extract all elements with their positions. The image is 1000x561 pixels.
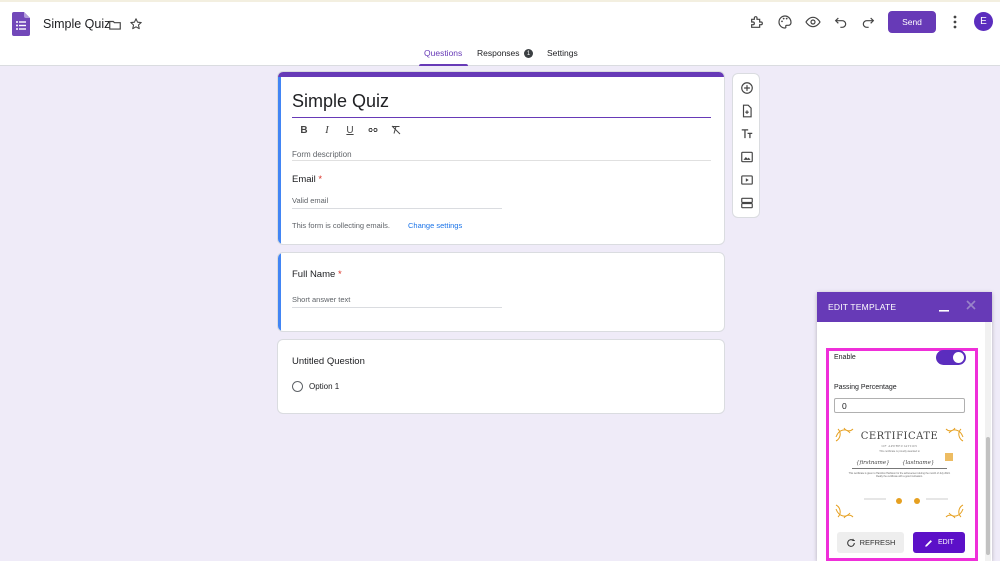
selected-indicator — [278, 253, 281, 331]
close-icon[interactable] — [966, 300, 976, 310]
tab-responses[interactable]: Responses — [477, 48, 520, 58]
tab-questions[interactable]: Questions — [424, 48, 462, 58]
document-title[interactable]: Simple Quiz — [43, 17, 110, 31]
short-answer-field[interactable]: Short answer text — [292, 295, 350, 304]
import-questions-icon[interactable] — [740, 104, 754, 118]
certificate-presented-text: This certificate is proudly awarded to — [879, 450, 920, 453]
palette-icon[interactable] — [777, 14, 793, 30]
bold-icon[interactable]: B — [298, 124, 310, 136]
link-icon[interactable] — [367, 124, 379, 136]
enable-toggle[interactable] — [936, 350, 966, 365]
edit-template-panel: EDIT TEMPLATE Enable Passing Percentage … — [817, 292, 992, 561]
question-title: Untitled Question — [292, 356, 365, 367]
italic-icon[interactable]: I — [321, 124, 333, 136]
certificate-body-text: This certificate is given to Hamilton Ha… — [848, 472, 951, 479]
panel-header: EDIT TEMPLATE — [817, 292, 992, 322]
add-image-icon[interactable] — [740, 150, 754, 164]
star-icon[interactable] — [129, 17, 145, 33]
clear-formatting-icon[interactable] — [390, 124, 402, 136]
enable-label: Enable — [834, 354, 856, 361]
refresh-icon — [846, 538, 856, 548]
edit-button[interactable]: EDIT — [913, 532, 965, 553]
title-underline — [292, 117, 711, 118]
certificate-firstname: {firstname} — [856, 460, 890, 466]
panel-title: EDIT TEMPLATE — [828, 302, 897, 312]
app-header: Simple Quiz Send E Questions Responses 1… — [0, 0, 1000, 66]
refresh-button[interactable]: REFRESH — [837, 532, 904, 553]
card-accent-bar — [278, 72, 724, 77]
selected-indicator — [278, 77, 281, 244]
certificate-lastname: {lastname} — [902, 460, 935, 466]
certificate-title: CERTIFICATE — [860, 431, 939, 442]
tab-settings[interactable]: Settings — [547, 48, 578, 58]
collecting-emails-note: This form is collecting emails. — [292, 221, 390, 230]
addon-puzzle-icon[interactable] — [749, 14, 765, 30]
refresh-label: REFRESH — [859, 538, 896, 547]
toggle-knob — [953, 352, 964, 363]
add-title-icon[interactable] — [740, 127, 754, 141]
form-description-input[interactable]: Form description — [292, 150, 352, 159]
email-field-underline — [292, 208, 502, 209]
form-tabs: Questions Responses 1 Settings — [0, 48, 1000, 66]
question-card-full-name[interactable]: Full Name * Short answer text — [277, 252, 725, 332]
certificate-preview: CERTIFICATE OF APPRECIATION This certifi… — [834, 425, 965, 521]
passing-percentage-label: Passing Percentage — [834, 384, 897, 391]
email-field[interactable]: Valid email — [292, 196, 328, 205]
responses-count-badge: 1 — [524, 49, 533, 58]
underline-icon[interactable]: U — [344, 124, 356, 136]
preview-eye-icon[interactable] — [805, 14, 821, 30]
certificate-name-line — [852, 468, 947, 469]
option-radio[interactable] — [292, 381, 303, 392]
panel-scrollbar-thumb[interactable] — [986, 437, 990, 555]
description-underline — [292, 160, 711, 161]
google-forms-icon[interactable] — [12, 12, 30, 36]
form-header-card[interactable]: Simple Quiz B I U Form description Email… — [277, 71, 725, 245]
add-video-icon[interactable] — [740, 173, 754, 187]
option-label[interactable]: Option 1 — [309, 382, 339, 391]
certificate-subtitle: OF APPRECIATION — [881, 444, 918, 448]
minimize-icon[interactable] — [939, 300, 949, 312]
question-card-untitled[interactable]: Untitled Question Option 1 — [277, 339, 725, 414]
more-options-icon[interactable] — [953, 14, 957, 30]
email-question-label: Email * — [292, 174, 323, 185]
active-tab-indicator — [419, 64, 468, 66]
change-settings-link[interactable]: Change settings — [408, 221, 462, 230]
passing-percentage-input[interactable]: 0 — [834, 398, 965, 413]
add-question-icon[interactable] — [740, 81, 754, 95]
pencil-icon — [924, 538, 934, 548]
undo-icon[interactable] — [833, 14, 849, 30]
redo-icon[interactable] — [860, 14, 876, 30]
question-title: Full Name * — [292, 269, 342, 280]
folder-icon[interactable] — [108, 18, 124, 34]
question-toolbar — [732, 73, 760, 218]
edit-label: EDIT — [938, 539, 954, 546]
send-button[interactable]: Send — [888, 11, 936, 33]
account-avatar[interactable]: E — [974, 12, 993, 31]
form-title-input[interactable]: Simple Quiz — [292, 91, 389, 112]
short-answer-underline — [292, 307, 502, 308]
add-section-icon[interactable] — [740, 196, 754, 210]
